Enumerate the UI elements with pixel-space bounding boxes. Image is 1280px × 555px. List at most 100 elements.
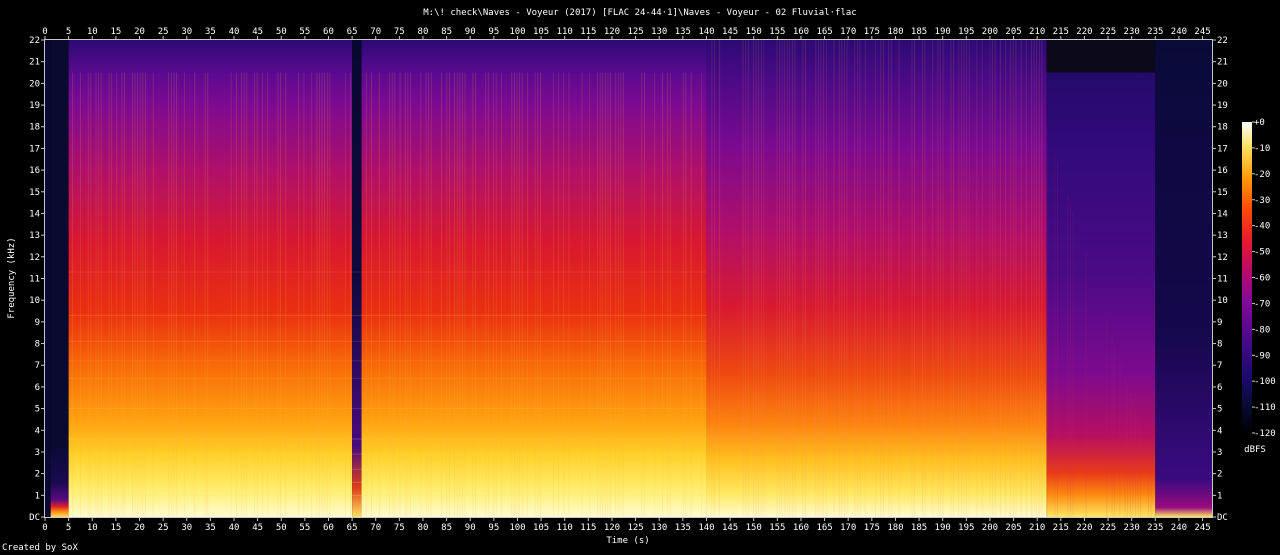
x-tick-label-top: 180	[887, 27, 903, 37]
y-tick-label: 14	[29, 209, 40, 219]
y-tick-label: DC	[29, 513, 40, 523]
y-tick-label-right: 14	[1217, 209, 1228, 219]
x-tick-label-top: 90	[465, 27, 476, 37]
x-tick-label-top: 45	[252, 27, 263, 37]
segment-fade	[1046, 72, 1156, 517]
y-tick-label-right: 19	[1217, 101, 1228, 111]
x-tick-label: 175	[864, 523, 880, 533]
colorbar-tick-label: -20	[1254, 170, 1270, 180]
x-tick-label-top: 245	[1194, 27, 1210, 37]
y-tick-label: 22	[29, 36, 40, 46]
x-tick-label-top: 40	[229, 27, 240, 37]
y-tick-label: 12	[29, 253, 40, 263]
x-axis-label: Time (s)	[606, 536, 649, 546]
x-tick-label: 90	[465, 523, 476, 533]
x-tick-label: 160	[793, 523, 809, 533]
x-tick-label-top: 15	[110, 27, 121, 37]
y-tick-label: 18	[29, 123, 40, 133]
x-tick-label-top: 105	[533, 27, 549, 37]
segment-medium	[706, 40, 1047, 517]
x-tick-label: 115	[580, 523, 596, 533]
x-tick-label: 75	[394, 523, 405, 533]
x-tick-label-top: 145	[722, 27, 738, 37]
x-tick-label-top: 115	[580, 27, 596, 37]
x-tick-label: 45	[252, 523, 263, 533]
x-tick-label-top: 240	[1171, 27, 1187, 37]
x-tick-label-top: 25	[158, 27, 169, 37]
x-tick-label: 95	[488, 523, 499, 533]
y-tick-label: 13	[29, 231, 40, 241]
x-tick-label: 235	[1147, 523, 1163, 533]
x-tick-label: 105	[533, 523, 549, 533]
segment-intro-top	[50, 40, 69, 448]
x-tick-label: 165	[816, 523, 832, 533]
colorbar-tick-label: -110	[1254, 403, 1276, 413]
x-tick-label: 100	[509, 523, 525, 533]
colorbar-tick-label: -70	[1254, 299, 1270, 309]
y-tick-label: 15	[29, 188, 40, 198]
x-tick-label-top: 80	[418, 27, 429, 37]
colorbar-tick-label: -100	[1254, 377, 1276, 387]
x-tick-label: 245	[1194, 523, 1210, 533]
x-tick-label: 145	[722, 523, 738, 533]
x-tick-label: 200	[982, 523, 998, 533]
x-tick-label-top: 190	[935, 27, 951, 37]
y-axis-label: Frequency (kHz)	[7, 237, 17, 318]
y-tick-label-right: 12	[1217, 253, 1228, 263]
x-tick-label-top: 220	[1076, 27, 1092, 37]
colorbar-tick-label: -50	[1254, 248, 1270, 258]
x-tick-label-top: 5	[66, 27, 71, 37]
colorbar-legend: +0 -10 -20 -30 -40 -50 -60 -70 -80 -90 -100 -110 -12…	[1242, 118, 1276, 455]
x-tick-label: 150	[746, 523, 762, 533]
x-tick-label: 120	[604, 523, 620, 533]
x-tick-label-top: 130	[651, 27, 667, 37]
x-tick-label-top: 210	[1029, 27, 1045, 37]
x-tick-label: 50	[276, 523, 287, 533]
x-tick-label: 240	[1171, 523, 1187, 533]
colorbar-tick-label: -30	[1254, 196, 1270, 206]
y-tick-label-right: 15	[1217, 188, 1228, 198]
y-tick-label: 3	[35, 448, 40, 458]
x-tick-label-top: 30	[181, 27, 192, 37]
x-tick-label: 110	[557, 523, 573, 533]
y-tick-label: 9	[35, 318, 40, 328]
x-tick-label-top: 150	[746, 27, 762, 37]
colorbar-tick-label: -10	[1254, 144, 1270, 154]
y-tick-label-right: DC	[1217, 513, 1228, 523]
y-tick-label: 21	[29, 58, 40, 68]
colorbar-tick-label: -120	[1254, 429, 1276, 439]
y-tick-label: 6	[35, 383, 40, 393]
x-tick-label-top: 185	[911, 27, 927, 37]
segment-fade-top	[1046, 40, 1156, 73]
x-tick-label: 125	[627, 523, 643, 533]
colorbar-gradient	[1242, 122, 1252, 433]
segment-loud-top	[68, 40, 353, 73]
x-tick-label-top: 60	[323, 27, 334, 37]
x-tick-label-top: 140	[698, 27, 714, 37]
y-tick-label-right: 18	[1217, 123, 1228, 133]
x-tick-label-top: 170	[840, 27, 856, 37]
x-tick-label-top: 235	[1147, 27, 1163, 37]
segment-tail	[1155, 40, 1212, 517]
x-tick-label: 70	[370, 523, 381, 533]
y-tick-label: 19	[29, 101, 40, 111]
plot-area	[44, 39, 1213, 518]
x-tick-label: 130	[651, 523, 667, 533]
x-tick-label: 170	[840, 523, 856, 533]
x-tick-label-top: 85	[441, 27, 452, 37]
y-tick-label-right: 11	[1217, 275, 1228, 285]
segment-gap	[352, 40, 362, 517]
y-tick-label-right: 20	[1217, 79, 1228, 89]
x-tick-label-top: 225	[1100, 27, 1116, 37]
x-tick-label: 65	[347, 523, 358, 533]
x-tick-label: 210	[1029, 523, 1045, 533]
x-tick-label: 155	[769, 523, 785, 533]
x-tick-label-top: 195	[958, 27, 974, 37]
x-tick-label-top: 215	[1053, 27, 1069, 37]
x-tick-label: 190	[935, 523, 951, 533]
x-tick-label: 55	[299, 523, 310, 533]
y-tick-label-right: 10	[1217, 296, 1228, 306]
x-tick-label: 25	[158, 523, 169, 533]
y-tick-label: 17	[29, 144, 40, 154]
x-tick-label: 40	[229, 523, 240, 533]
